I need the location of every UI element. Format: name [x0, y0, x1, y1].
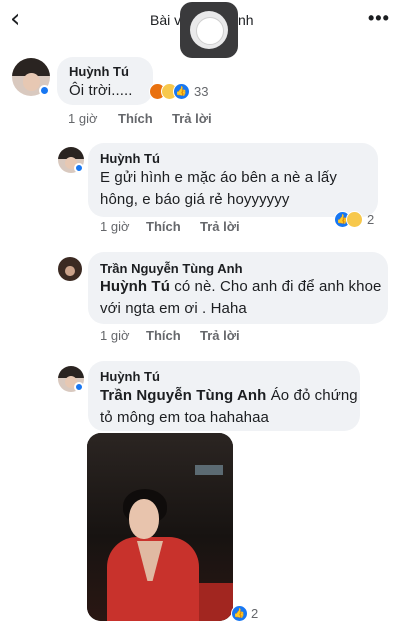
comment-bubble: Huỳnh Tú E gửi hình e mặc áo bên a nè a … — [88, 143, 378, 217]
comment-actions: 1 giờ Thích Trả lời — [100, 328, 300, 344]
comment-author[interactable]: Huỳnh Tú — [100, 369, 160, 384]
online-status-icon — [39, 85, 50, 96]
comment-time: 1 giờ — [100, 328, 130, 343]
screen-record-icon[interactable] — [180, 2, 238, 58]
avatar[interactable] — [58, 257, 82, 281]
mention-link[interactable]: Huỳnh Tú — [100, 278, 170, 295]
reply-link[interactable]: Trả lời — [172, 111, 212, 126]
online-status-icon — [74, 163, 84, 173]
haha-reaction-icon — [346, 211, 363, 228]
more-options-icon[interactable]: ••• — [368, 8, 390, 29]
reply-link[interactable]: Trả lời — [200, 219, 240, 234]
comment-text: Huỳnh Tú có nè. Cho anh đi để anh khoe v… — [100, 278, 382, 317]
like-reaction-icon — [231, 605, 248, 622]
comment-bubble: Trần Nguyễn Tùng Anh Huỳnh Tú có nè. Cho… — [88, 252, 388, 324]
comment-text: Ôi trời..... — [69, 82, 133, 99]
like-link[interactable]: Thích — [118, 111, 153, 126]
comment-time: 1 giờ — [68, 111, 98, 126]
online-status-icon — [74, 382, 84, 392]
comment-text: E gửi hình e mặc áo bên a nè a lấy hông,… — [100, 169, 337, 208]
comment-author[interactable]: Huỳnh Tú — [100, 151, 160, 166]
like-link[interactable]: Thích — [146, 219, 181, 234]
back-arrow-icon[interactable]: ‹ — [10, 6, 38, 34]
comment-time: 1 giờ — [100, 219, 130, 234]
comment-bubble: Huỳnh Tú Trần Nguyễn Tùng Anh Áo đỏ chứn… — [88, 361, 360, 431]
mention-link[interactable]: Trần Nguyễn Tùng Anh — [100, 387, 266, 404]
comment-author[interactable]: Huỳnh Tú — [69, 64, 129, 79]
comment-author[interactable]: Trần Nguyễn Tùng Anh — [100, 261, 243, 276]
woman-in-red-jacket-photo[interactable] — [87, 433, 233, 621]
comment-actions: 1 giờ Thích Trả lời — [68, 111, 268, 127]
like-link[interactable]: Thích — [146, 328, 181, 343]
reply-link[interactable]: Trả lời — [200, 328, 240, 343]
comment-actions: 1 giờ Thích Trả lời — [100, 219, 300, 235]
like-reaction-icon — [173, 83, 190, 100]
comment-text: Trần Nguyễn Tùng Anh Áo đỏ chứng tỏ mông… — [100, 387, 358, 426]
comment-bubble: Huỳnh Tú Ôi trời..... — [57, 57, 153, 105]
page-title: Bài v nh — [150, 12, 254, 28]
